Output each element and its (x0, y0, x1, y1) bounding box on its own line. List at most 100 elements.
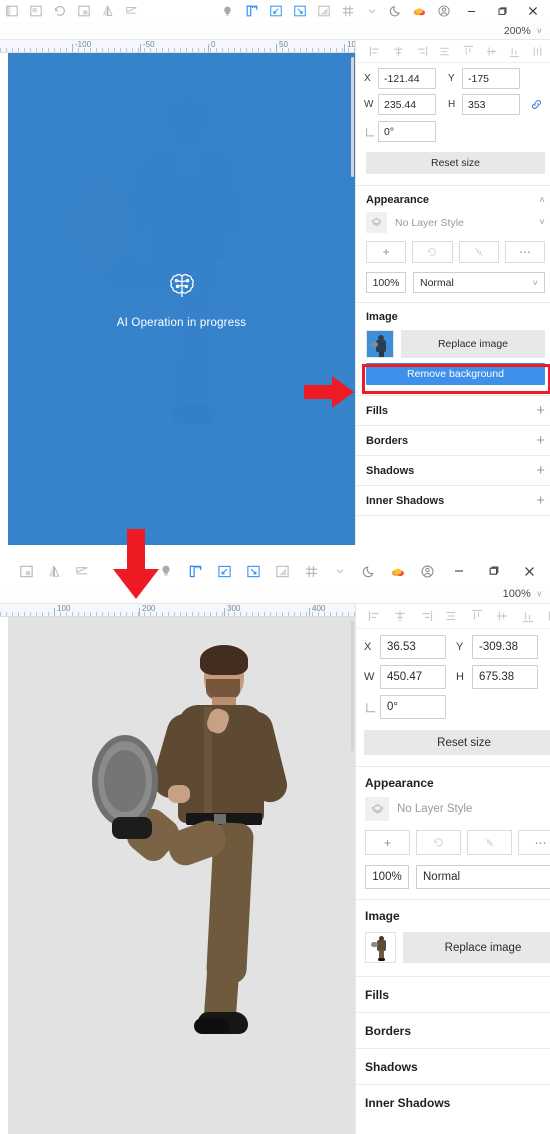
canvas-before[interactable]: AI Operation in progress (0, 53, 355, 545)
blend-mode-select[interactable]: Normal ˅ (416, 865, 550, 889)
align-left-icon[interactable] (362, 608, 388, 624)
rotation-input[interactable]: 0° (380, 695, 446, 719)
opacity-input[interactable]: 100% (365, 865, 409, 889)
detach-style-button[interactable] (458, 241, 499, 263)
zoom-level-after[interactable]: 100% (503, 588, 531, 600)
x-input[interactable]: 36.53 (380, 635, 446, 659)
align-bottom-icon[interactable] (503, 43, 526, 59)
add-style-button[interactable]: + (365, 830, 410, 855)
more-options-button[interactable]: ⋯ (518, 830, 550, 855)
align-top-icon[interactable] (464, 608, 490, 624)
height-input[interactable]: 675.38 (472, 665, 538, 689)
height-input[interactable]: 353 (462, 94, 520, 115)
link-aspect-ratio-icon[interactable] (527, 98, 545, 111)
grid-icon[interactable] (340, 4, 355, 19)
chevron-up-icon[interactable]: ˄ (539, 195, 545, 206)
grid-icon[interactable] (303, 563, 319, 579)
align-bottom-icon[interactable] (515, 608, 541, 624)
reset-style-button[interactable] (416, 830, 461, 855)
section-row-inner-shadows[interactable]: Inner Shadows + (356, 1084, 550, 1120)
ruler-icon[interactable] (244, 4, 259, 19)
section-row-fills[interactable]: Fills + (356, 395, 550, 425)
restore-button[interactable] (491, 3, 513, 19)
layer-style-chevron-down-icon[interactable]: ˅ (539, 217, 545, 228)
rotation-input[interactable]: 0° (378, 121, 436, 142)
replace-image-button[interactable]: Replace image (401, 330, 545, 358)
replace-image-button[interactable]: Replace image (403, 932, 550, 963)
close-button[interactable] (522, 3, 544, 19)
width-input[interactable]: 235.44 (378, 94, 436, 115)
reset-style-button[interactable] (412, 241, 453, 263)
canvas-after[interactable] (0, 617, 355, 1134)
gradient-icon[interactable] (316, 4, 331, 19)
distribute-vertical-icon[interactable] (526, 43, 549, 59)
account-icon[interactable] (436, 4, 451, 19)
align-middle-vertical-icon[interactable] (480, 43, 503, 59)
blend-mode-select[interactable]: Normal ˅ (413, 272, 545, 293)
align-center-horizontal-icon[interactable] (387, 43, 410, 59)
minimize-button[interactable] (448, 563, 470, 579)
layer-style-row-after[interactable]: No Layer Style ˅ (356, 797, 550, 821)
align-center-horizontal-icon[interactable] (388, 608, 414, 624)
link-aspect-ratio-icon[interactable] (546, 670, 550, 684)
add-inner-shadow-icon[interactable]: + (536, 493, 545, 508)
zoom-level-before[interactable]: 200% (504, 25, 531, 37)
zoom-chevron-down-icon[interactable]: ˅ (537, 589, 542, 599)
gradient-icon[interactable] (274, 563, 290, 579)
close-button[interactable] (518, 563, 540, 579)
section-row-fills[interactable]: Fills + (356, 976, 550, 1012)
add-border-icon[interactable]: + (536, 433, 545, 448)
artboard-after[interactable] (8, 617, 355, 1134)
appearance-section-header-after[interactable]: Appearance ˄ (356, 767, 550, 797)
cloud-icon[interactable] (390, 563, 406, 579)
lightbulb-icon[interactable] (220, 4, 235, 19)
frame-icon[interactable] (28, 4, 43, 19)
chevron-down-icon[interactable] (332, 563, 348, 579)
section-row-borders[interactable]: Borders + (356, 425, 550, 455)
crop-icon[interactable] (76, 4, 91, 19)
artboard-before[interactable]: AI Operation in progress (8, 53, 355, 545)
align-top-icon[interactable] (457, 43, 480, 59)
ruler-icon[interactable] (187, 563, 203, 579)
reset-size-button[interactable]: Reset size (364, 730, 550, 755)
section-row-inner-shadows[interactable]: Inner Shadows + (356, 485, 550, 515)
refresh-icon[interactable] (52, 4, 67, 19)
restore-button[interactable] (483, 563, 505, 579)
crop-icon[interactable] (18, 563, 34, 579)
collapse-arrow-icon[interactable] (292, 4, 307, 19)
canvas-scrollbar-before[interactable] (351, 57, 354, 177)
layer-style-row-before[interactable]: No Layer Style ˅ (356, 212, 550, 233)
cloud-icon[interactable] (412, 4, 427, 19)
flip-vertical-icon[interactable] (74, 563, 90, 579)
appearance-section-header-before[interactable]: Appearance ˄ (356, 186, 550, 212)
align-middle-vertical-icon[interactable] (490, 608, 516, 624)
flip-vertical-icon[interactable] (124, 4, 139, 19)
add-style-button[interactable]: + (366, 241, 407, 263)
add-shadow-icon[interactable]: + (536, 463, 545, 478)
y-input[interactable]: -175 (462, 68, 520, 89)
expand-arrow-icon[interactable] (268, 4, 283, 19)
add-fill-icon[interactable]: + (536, 403, 545, 418)
align-right-icon[interactable] (413, 608, 439, 624)
more-options-button[interactable]: ⋯ (504, 241, 545, 263)
flip-horizontal-icon[interactable] (46, 563, 62, 579)
account-icon[interactable] (419, 563, 435, 579)
chevron-down-icon[interactable] (364, 4, 379, 19)
detach-style-button[interactable] (467, 830, 512, 855)
opacity-input[interactable]: 100% (366, 272, 406, 293)
section-row-borders[interactable]: Borders + (356, 1012, 550, 1048)
x-input[interactable]: -121.44 (378, 68, 436, 89)
remove-background-button[interactable]: Remove background (366, 363, 545, 385)
image-thumbnail-after[interactable] (365, 932, 396, 963)
canvas-scrollbar-after[interactable] (351, 621, 354, 751)
align-left-icon[interactable] (364, 43, 387, 59)
expand-arrow-icon[interactable] (216, 563, 232, 579)
reset-size-button[interactable]: Reset size (366, 152, 545, 174)
zoom-chevron-down-icon[interactable]: ˅ (537, 26, 542, 36)
minimize-button[interactable] (460, 3, 482, 19)
flip-horizontal-icon[interactable] (100, 4, 115, 19)
moon-icon[interactable] (388, 4, 403, 19)
collapse-arrow-icon[interactable] (245, 563, 261, 579)
distribute-vertical-icon[interactable] (541, 608, 550, 624)
distribute-horizontal-icon[interactable] (433, 43, 456, 59)
